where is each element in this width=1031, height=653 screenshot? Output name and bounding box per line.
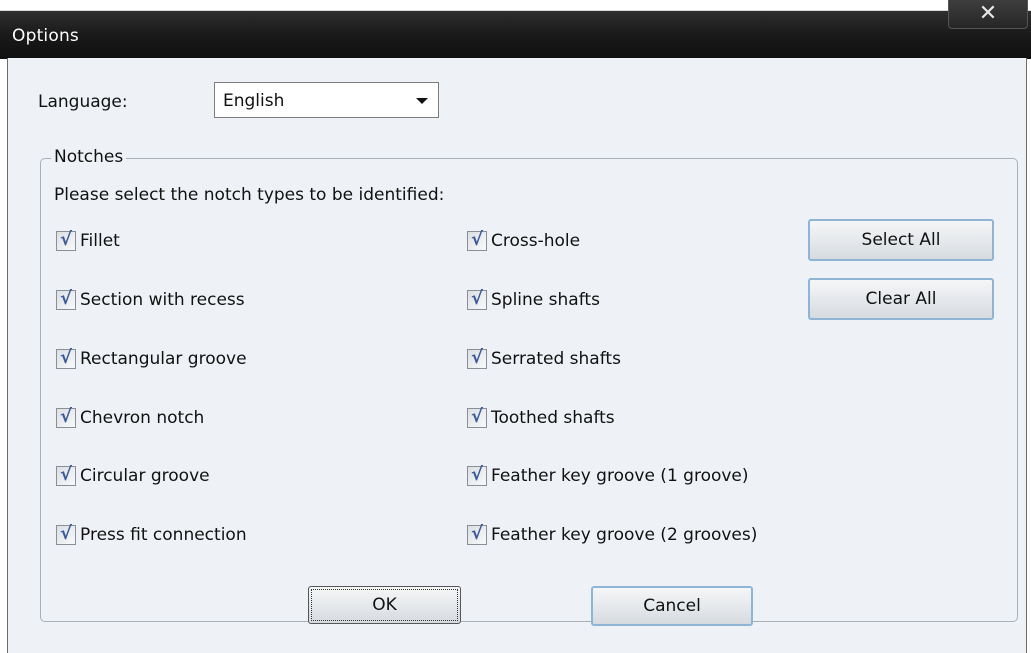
- checkmark-icon: √: [60, 523, 73, 544]
- checkmark-icon: √: [60, 347, 73, 368]
- checkbox-label: Fillet: [80, 231, 120, 251]
- checkbox-label: Serrated shafts: [491, 349, 621, 369]
- checkbox-box[interactable]: √: [56, 523, 76, 545]
- checkmark-icon: √: [60, 288, 73, 309]
- title-bar[interactable]: Options: [0, 10, 1031, 59]
- checkmark-icon: √: [471, 523, 484, 544]
- checkbox-box[interactable]: √: [467, 406, 487, 428]
- close-icon: ✕: [978, 1, 998, 26]
- checkbox-label: Cross-hole: [491, 231, 581, 251]
- language-selected-value: English: [223, 91, 285, 111]
- language-label: Language:: [38, 92, 128, 112]
- language-select[interactable]: English: [214, 82, 439, 118]
- select-all-button[interactable]: Select All: [808, 219, 994, 261]
- checkmark-icon: √: [471, 406, 484, 427]
- ok-button[interactable]: OK: [308, 586, 461, 624]
- checkbox-label: Feather key groove (2 grooves): [491, 525, 758, 545]
- checkbox-label: Feather key groove (1 groove): [491, 466, 749, 486]
- notches-legend: Notches: [51, 147, 127, 167]
- checkbox-box[interactable]: √: [467, 288, 487, 310]
- options-dialog: Options ✕ Language: English Notches Plea…: [0, 0, 1031, 653]
- checkbox-label: Toothed shafts: [491, 408, 615, 428]
- notches-groupbox: Notches Please select the notch types to…: [40, 147, 1018, 622]
- checkbox-label: Section with recess: [80, 290, 245, 310]
- window-title: Options: [12, 26, 79, 46]
- checkbox-box[interactable]: √: [467, 523, 487, 545]
- checkbox-label: Chevron notch: [80, 408, 205, 428]
- checkmark-icon: √: [60, 229, 73, 250]
- close-button[interactable]: ✕: [948, 0, 1028, 29]
- checkbox-box[interactable]: √: [467, 347, 487, 369]
- checkbox-label: Press fit connection: [80, 525, 247, 545]
- notches-instruction: Please select the notch types to be iden…: [54, 185, 445, 205]
- clear-all-button[interactable]: Clear All: [808, 278, 994, 320]
- checkbox-label: Rectangular groove: [80, 349, 247, 369]
- checkmark-icon: √: [471, 464, 484, 485]
- checkbox-box[interactable]: √: [467, 229, 487, 251]
- checkbox-label: Circular groove: [80, 466, 210, 486]
- checkbox-box[interactable]: √: [467, 464, 487, 486]
- checkbox-box[interactable]: √: [56, 464, 76, 486]
- cancel-button[interactable]: Cancel: [591, 586, 753, 626]
- checkbox-box[interactable]: √: [56, 229, 76, 251]
- dialog-body: Language: English Notches Please select …: [7, 58, 1027, 653]
- checkmark-icon: √: [60, 406, 73, 427]
- checkmark-icon: √: [471, 347, 484, 368]
- checkbox-label: Spline shafts: [491, 290, 600, 310]
- chevron-down-icon[interactable]: [416, 98, 428, 104]
- checkmark-icon: √: [471, 229, 484, 250]
- checkbox-box[interactable]: √: [56, 406, 76, 428]
- checkbox-box[interactable]: √: [56, 347, 76, 369]
- checkmark-icon: √: [60, 464, 73, 485]
- checkmark-icon: √: [471, 288, 484, 309]
- checkbox-box[interactable]: √: [56, 288, 76, 310]
